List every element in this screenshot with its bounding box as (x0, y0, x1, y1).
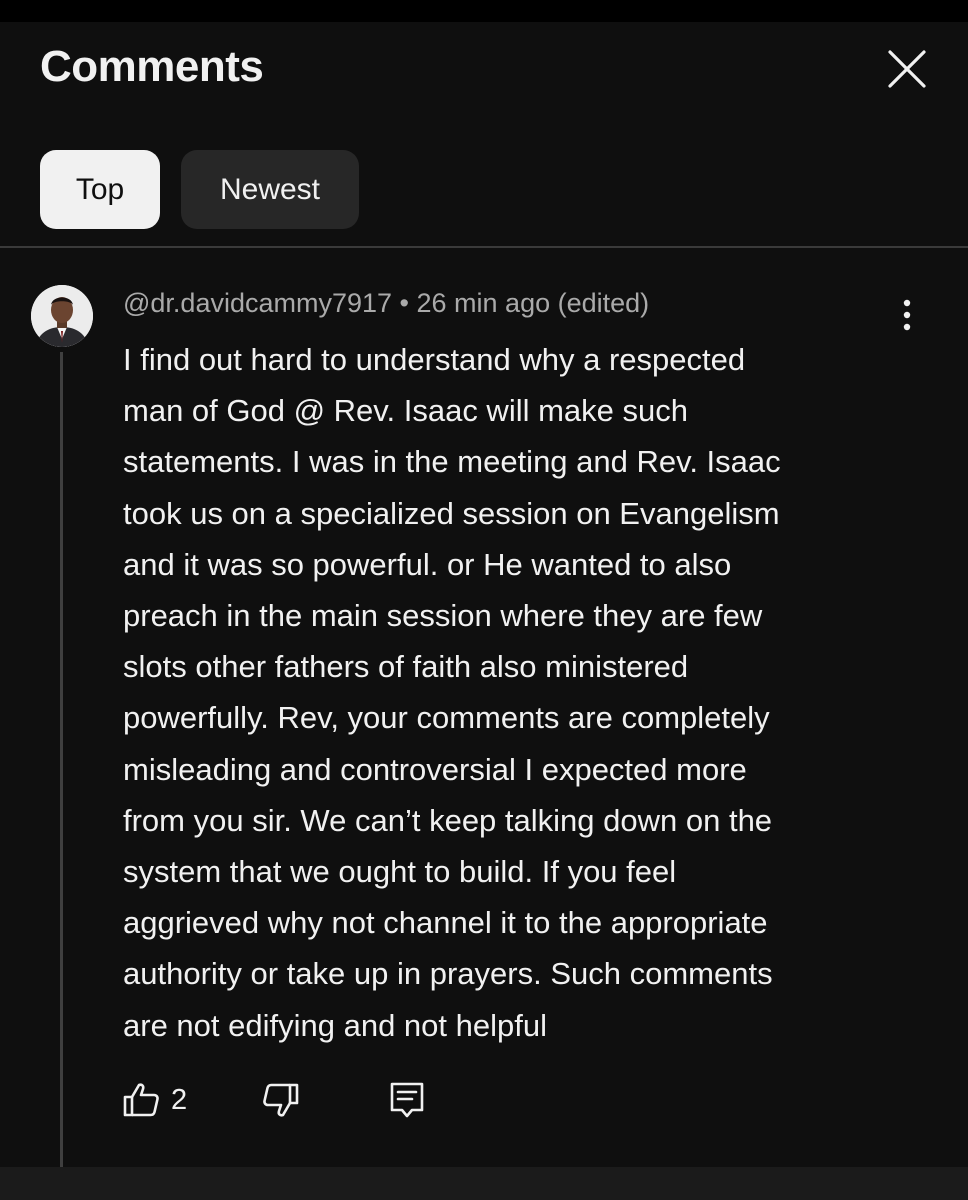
comment-timestamp: 26 min ago (edited) (416, 288, 650, 318)
close-icon (888, 50, 926, 88)
comment-line: system that we ought to build. If you fe… (123, 854, 677, 890)
reply-button[interactable] (387, 1080, 427, 1120)
reply-comment-icon (390, 1082, 424, 1118)
thread-line (60, 352, 63, 1167)
sort-tab-top[interactable]: Top (40, 150, 160, 229)
more-actions-button[interactable] (890, 292, 924, 338)
panel-title: Comments (40, 42, 264, 91)
close-button[interactable] (884, 46, 930, 92)
avatar-image (31, 285, 93, 347)
header-divider (0, 246, 968, 248)
comment-meta: @dr.davidcammy7917 • 26 min ago (edited) (123, 288, 649, 319)
comment-line: preach in the main session where they ar… (123, 598, 763, 634)
comment-line: took us on a specialized session on Evan… (123, 495, 780, 531)
sort-tab-newest[interactable]: Newest (181, 150, 359, 229)
more-vertical-icon (903, 299, 911, 331)
avatar[interactable] (31, 285, 93, 347)
comment-line: man of God @ Rev. Isaac will make such (123, 393, 688, 429)
comment-line: powerfully. Rev, your comments are compl… (123, 700, 770, 736)
comment-line: I find out hard to understand why a resp… (123, 342, 746, 377)
author-handle[interactable]: @dr.davidcammy7917 (123, 288, 392, 318)
bottom-bar (0, 1167, 968, 1200)
comment-line: aggrieved why not channel it to the appr… (123, 905, 768, 941)
thumbs-up-icon (123, 1083, 159, 1117)
comment-line: slots other fathers of faith also minist… (123, 649, 689, 685)
thumbs-down-icon (263, 1083, 299, 1117)
comment-line: are not edifying and not helpful (123, 1007, 547, 1043)
comment-line: statements. I was in the meeting and Rev… (123, 444, 781, 480)
comment-text: I find out hard to understand why a resp… (123, 334, 883, 1051)
like-count: 2 (171, 1083, 188, 1116)
comment-line: from you sir. We can’t keep talking down… (123, 802, 773, 838)
meta-separator: • (392, 288, 417, 318)
like-button[interactable]: 2 (121, 1080, 187, 1120)
dislike-button[interactable] (261, 1080, 301, 1120)
comment-line: misleading and controversial I expected … (123, 751, 747, 787)
comment-line: authority or take up in prayers. Such co… (123, 956, 773, 992)
comment-line: and it was so powerful. or He wanted to … (123, 546, 732, 582)
